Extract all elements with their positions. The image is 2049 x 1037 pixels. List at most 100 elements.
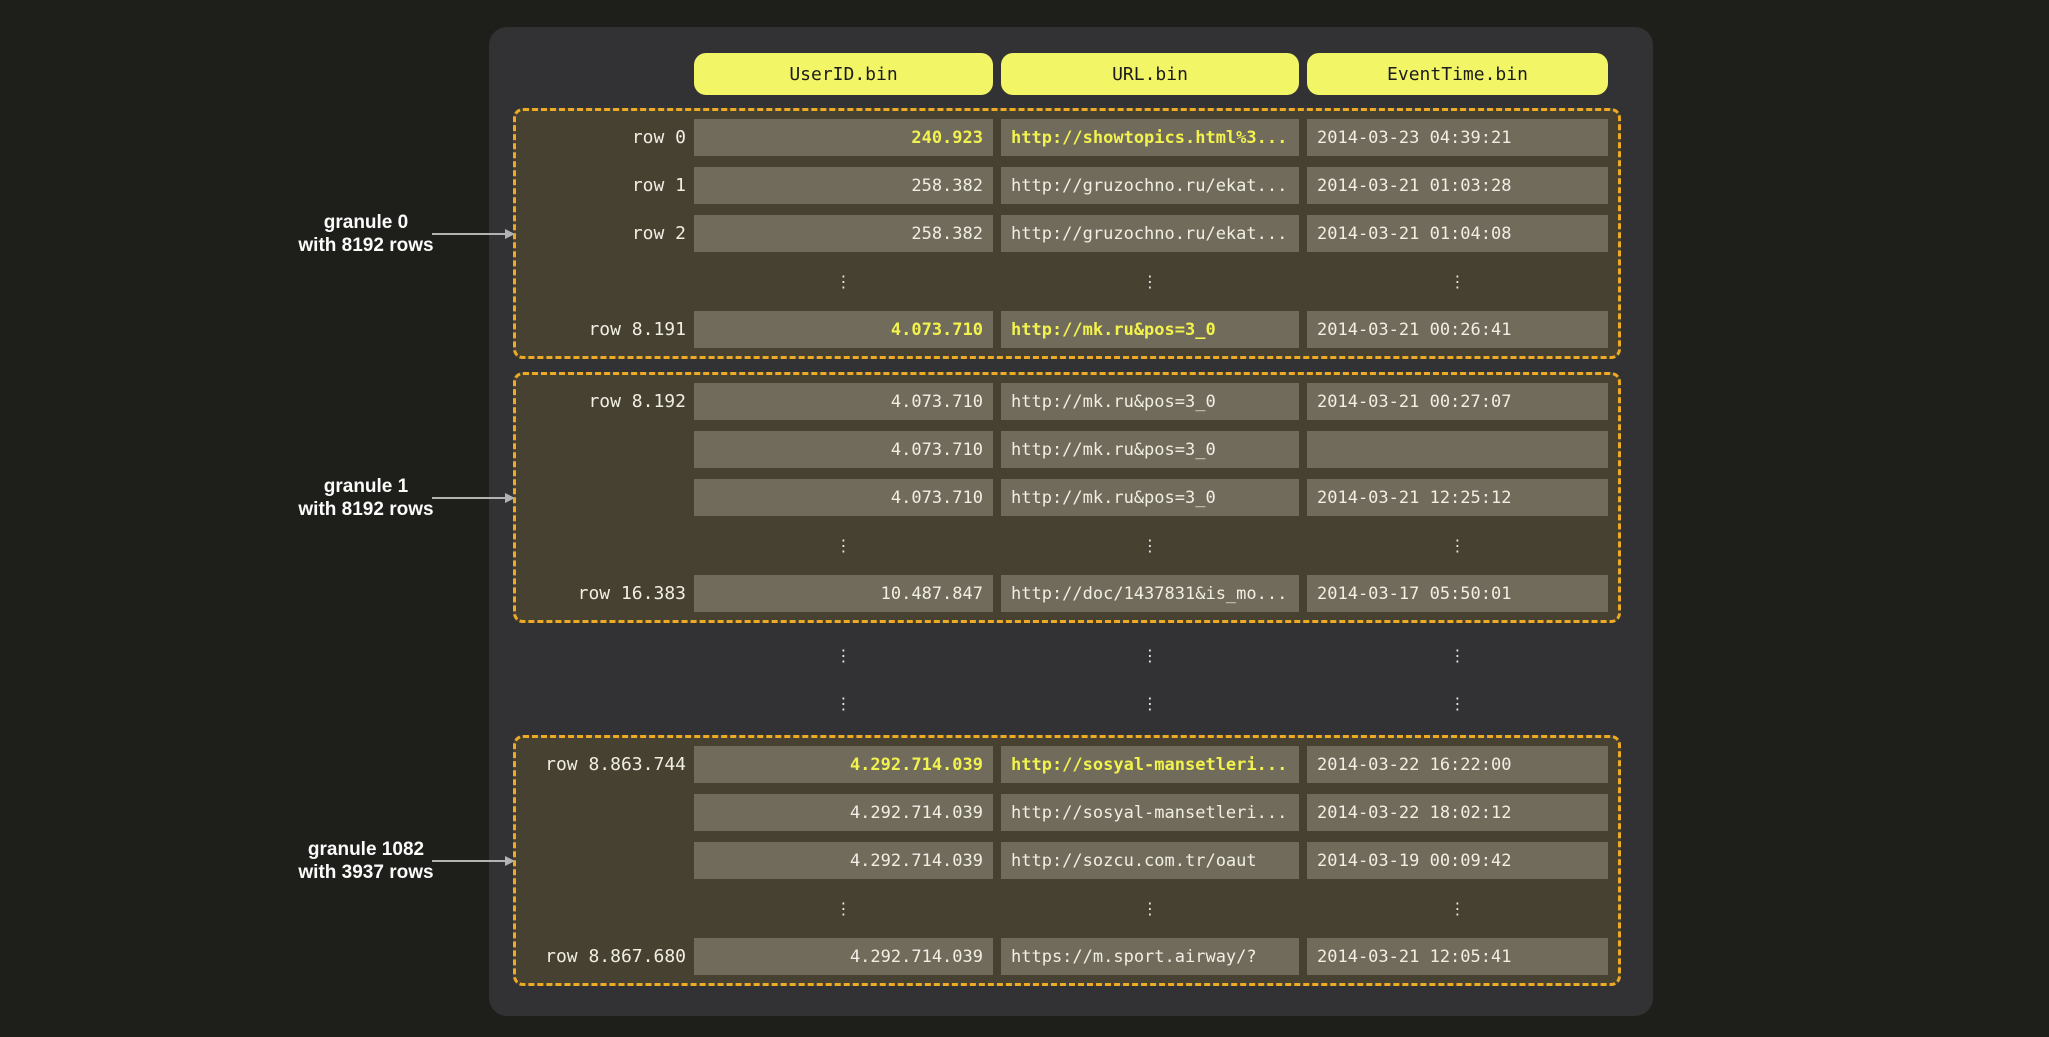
vertical-ellipsis-icon: ⋮ <box>1001 527 1299 564</box>
cell-url: https://m.sport.airway/? <box>1001 938 1299 975</box>
separator-ellipsis-row: ⋮⋮⋮ <box>526 685 1608 722</box>
vertical-ellipsis-icon: ⋮ <box>694 263 993 300</box>
vertical-ellipsis-icon: ⋮ <box>1307 890 1608 927</box>
row-label-spacer <box>526 527 686 564</box>
granule-box-2: row 8.863.7444.292.714.039http://sosyal-… <box>513 735 1621 986</box>
granule-label-line1: granule 1082 <box>268 838 464 861</box>
row-label: row 1 <box>526 167 686 204</box>
vertical-ellipsis-icon: ⋮ <box>1001 637 1299 674</box>
granule-label-line1: granule 0 <box>268 211 464 234</box>
cell-userid: 4.292.714.039 <box>694 794 993 831</box>
table-row: row 1258.382http://gruzochno.ru/ekat...2… <box>526 167 1608 204</box>
cell-userid: 258.382 <box>694 215 993 252</box>
row-label: row 8.863.744 <box>526 746 686 783</box>
cell-url: http://sosyal-mansetleri... <box>1001 794 1299 831</box>
cell-userid: 4.073.710 <box>694 479 993 516</box>
cell-eventtime: 2014-03-21 12:05:41 <box>1307 938 1608 975</box>
cell-url: http://mk.ru&pos=3_0 <box>1001 383 1299 420</box>
cell-userid: 240.923 <box>694 119 993 156</box>
row-label: row 0 <box>526 119 686 156</box>
separator-ellipsis-row: ⋮⋮⋮ <box>526 637 1608 674</box>
granule-label-line2: with 3937 rows <box>268 861 464 884</box>
cell-url: http://sosyal-mansetleri... <box>1001 746 1299 783</box>
vertical-ellipsis-icon: ⋮ <box>1001 685 1299 722</box>
row-label <box>526 431 686 468</box>
cell-eventtime: 2014-03-22 16:22:00 <box>1307 746 1608 783</box>
vertical-ellipsis-icon: ⋮ <box>694 890 993 927</box>
row-label <box>526 479 686 516</box>
row-label-spacer <box>526 637 686 674</box>
table-row: row 16.38310.487.847http://doc/1437831&i… <box>526 575 1608 612</box>
granule-box-0: row 0240.923http://showtopics.html%3...2… <box>513 108 1621 359</box>
granule-arrow-icon-2 <box>432 860 506 862</box>
vertical-ellipsis-icon: ⋮ <box>694 527 993 564</box>
cell-eventtime: 2014-03-22 18:02:12 <box>1307 794 1608 831</box>
cell-url: http://showtopics.html%3... <box>1001 119 1299 156</box>
cell-url: http://gruzochno.ru/ekat... <box>1001 167 1299 204</box>
table-row: row 8.1924.073.710http://mk.ru&pos=3_020… <box>526 383 1608 420</box>
cell-userid: 4.073.710 <box>694 431 993 468</box>
row-label-spacer <box>526 685 686 722</box>
column-header-pill-userid-bin: UserID.bin <box>694 53 993 95</box>
cell-url: http://gruzochno.ru/ekat... <box>1001 215 1299 252</box>
vertical-ellipsis-icon: ⋮ <box>1307 527 1608 564</box>
row-label: row 2 <box>526 215 686 252</box>
cell-url: http://mk.ru&pos=3_0 <box>1001 311 1299 348</box>
vertical-ellipsis-icon: ⋮ <box>694 685 993 722</box>
row-label-spacer <box>526 890 686 927</box>
cell-eventtime <box>1307 431 1608 468</box>
table-row: 4.073.710http://mk.ru&pos=3_0 <box>526 431 1608 468</box>
ellipsis-row: ⋮⋮⋮ <box>526 263 1608 300</box>
ellipsis-row: ⋮⋮⋮ <box>526 527 1608 564</box>
granule-label-line2: with 8192 rows <box>268 234 464 257</box>
cell-userid: 4.292.714.039 <box>694 746 993 783</box>
cell-eventtime: 2014-03-17 05:50:01 <box>1307 575 1608 612</box>
cell-url: http://sozcu.com.tr/oaut <box>1001 842 1299 879</box>
vertical-ellipsis-icon: ⋮ <box>1307 637 1608 674</box>
cell-userid: 10.487.847 <box>694 575 993 612</box>
table-row: row 8.863.7444.292.714.039http://sosyal-… <box>526 746 1608 783</box>
cell-eventtime: 2014-03-23 04:39:21 <box>1307 119 1608 156</box>
granule-label-line1: granule 1 <box>268 475 464 498</box>
cell-eventtime: 2014-03-21 01:03:28 <box>1307 167 1608 204</box>
row-label: row 8.192 <box>526 383 686 420</box>
column-header-pill-eventtime-bin: EventTime.bin <box>1307 53 1608 95</box>
cell-eventtime: 2014-03-21 00:27:07 <box>1307 383 1608 420</box>
cell-userid: 4.073.710 <box>694 311 993 348</box>
table-row: 4.292.714.039http://sozcu.com.tr/oaut201… <box>526 842 1608 879</box>
row-label <box>526 842 686 879</box>
table-row: row 8.1914.073.710http://mk.ru&pos=3_020… <box>526 311 1608 348</box>
column-header-row: UserID.binURL.binEventTime.bin <box>694 53 1653 95</box>
granule-box-1: row 8.1924.073.710http://mk.ru&pos=3_020… <box>513 372 1621 623</box>
row-label: row 16.383 <box>526 575 686 612</box>
row-label: row 8.867.680 <box>526 938 686 975</box>
table-row: 4.073.710http://mk.ru&pos=3_02014-03-21 … <box>526 479 1608 516</box>
ellipsis-row: ⋮⋮⋮ <box>526 890 1608 927</box>
row-label: row 8.191 <box>526 311 686 348</box>
cell-url: http://doc/1437831&is_mo... <box>1001 575 1299 612</box>
row-label-spacer <box>526 263 686 300</box>
cell-userid: 4.292.714.039 <box>694 938 993 975</box>
column-header-pill-url-bin: URL.bin <box>1001 53 1299 95</box>
granule-label-line2: with 8192 rows <box>268 498 464 521</box>
table-row: 4.292.714.039http://sosyal-mansetleri...… <box>526 794 1608 831</box>
column-files-panel: UserID.binURL.binEventTime.bin row 0240.… <box>489 27 1653 1016</box>
cell-eventtime: 2014-03-21 12:25:12 <box>1307 479 1608 516</box>
cell-url: http://mk.ru&pos=3_0 <box>1001 479 1299 516</box>
cell-eventtime: 2014-03-21 00:26:41 <box>1307 311 1608 348</box>
granule-arrow-icon-0 <box>432 233 506 235</box>
table-row: row 0240.923http://showtopics.html%3...2… <box>526 119 1608 156</box>
vertical-ellipsis-icon: ⋮ <box>1307 685 1608 722</box>
cell-userid: 4.073.710 <box>694 383 993 420</box>
table-row: row 8.867.6804.292.714.039https://m.spor… <box>526 938 1608 975</box>
table-row: row 2258.382http://gruzochno.ru/ekat...2… <box>526 215 1608 252</box>
granules-container: row 0240.923http://showtopics.html%3...2… <box>513 108 1653 986</box>
cell-userid: 258.382 <box>694 167 993 204</box>
granule-arrow-icon-1 <box>432 497 506 499</box>
vertical-ellipsis-icon: ⋮ <box>1001 890 1299 927</box>
row-label <box>526 794 686 831</box>
vertical-ellipsis-icon: ⋮ <box>694 637 993 674</box>
cell-eventtime: 2014-03-21 01:04:08 <box>1307 215 1608 252</box>
cell-eventtime: 2014-03-19 00:09:42 <box>1307 842 1608 879</box>
vertical-ellipsis-icon: ⋮ <box>1307 263 1608 300</box>
